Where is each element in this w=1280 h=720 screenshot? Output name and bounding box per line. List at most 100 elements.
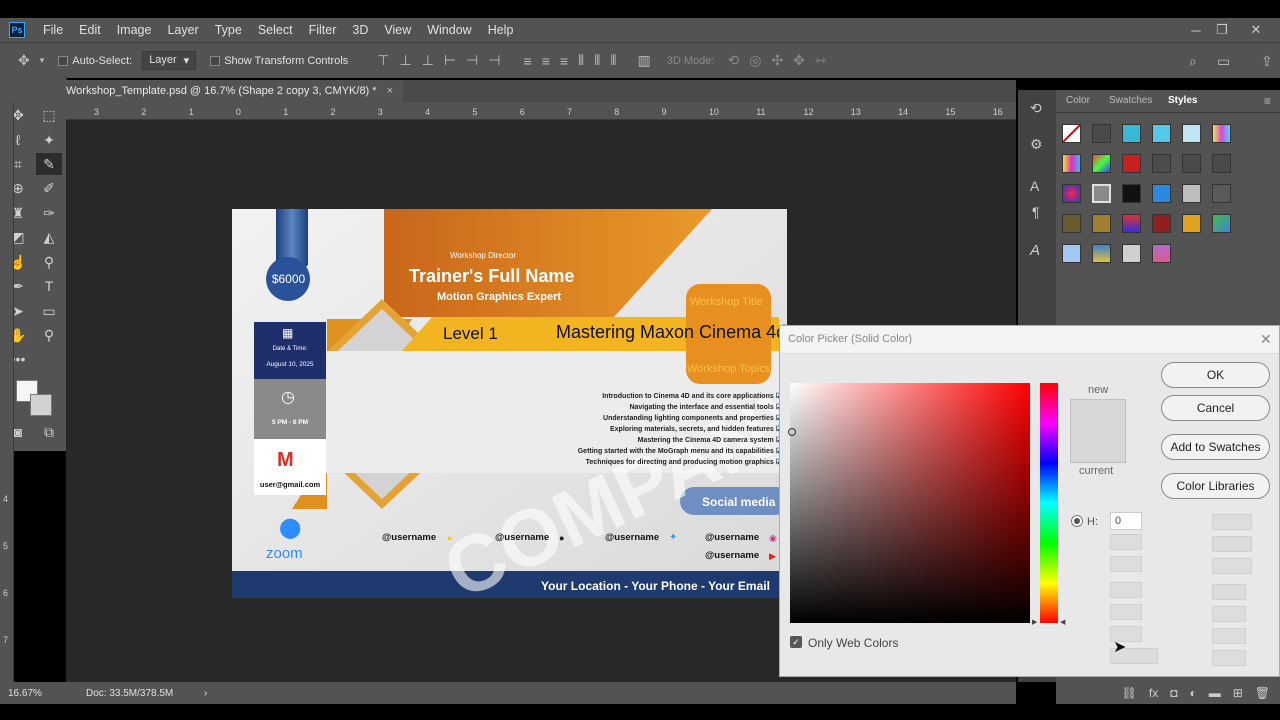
history-panel-icon[interactable]: ⟲ — [1030, 100, 1042, 117]
menu-edit[interactable]: Edit — [71, 18, 109, 42]
roll-3d-icon[interactable]: ◎ — [749, 52, 761, 69]
auto-align-icon[interactable]: ▥ — [638, 52, 651, 69]
minimize-icon[interactable]: ─ — [1182, 18, 1210, 42]
marquee-tool-icon[interactable]: ⬚ — [36, 104, 62, 126]
history-brush-icon[interactable]: ✑ — [36, 202, 62, 224]
distribute-left-icon[interactable]: ⦀ — [578, 52, 584, 69]
style-swatch[interactable] — [1182, 214, 1201, 233]
style-swatch[interactable] — [1212, 184, 1231, 203]
style-swatch[interactable] — [1212, 154, 1231, 173]
g-value-input[interactable] — [1110, 604, 1142, 620]
hue-slider[interactable] — [1040, 383, 1058, 623]
paint-bucket-icon[interactable]: ◭ — [36, 226, 62, 248]
close-icon[interactable]: ✕ — [1242, 18, 1270, 42]
close-icon[interactable]: ✕ — [1260, 331, 1272, 348]
search-icon[interactable]: ⌕ — [1189, 53, 1197, 70]
restore-icon[interactable]: ❐ — [1208, 18, 1236, 42]
a-value-input[interactable] — [1212, 536, 1252, 552]
rotate-3d-icon[interactable]: ⟲ — [727, 52, 739, 69]
properties-panel-icon[interactable]: ⚙ — [1030, 136, 1043, 153]
brush-tool-icon[interactable]: ✐ — [36, 177, 62, 199]
add-to-swatches-button[interactable]: Add to Swatches — [1161, 434, 1270, 460]
distribute-right-icon[interactable]: ⦀ — [610, 52, 616, 69]
panel-menu-icon[interactable]: ≡ — [1264, 94, 1271, 108]
link-layers-icon[interactable]: ⛓ — [1122, 686, 1137, 700]
new-layer-icon[interactable]: ⊞ — [1233, 686, 1243, 700]
hue-slider-right-arrow[interactable]: ◀ — [1060, 618, 1065, 626]
menu-layer[interactable]: Layer — [159, 18, 206, 42]
dodge-tool-icon[interactable]: ⚲ — [36, 251, 62, 273]
style-swatch[interactable] — [1092, 184, 1111, 203]
y-value-input[interactable] — [1212, 628, 1246, 644]
style-swatch[interactable] — [1092, 214, 1111, 233]
h-radio[interactable] — [1071, 515, 1083, 527]
close-tab-icon[interactable]: × — [387, 85, 393, 97]
share-icon[interactable]: ⇪ — [1261, 53, 1273, 70]
h-value-input[interactable]: 0 — [1110, 512, 1142, 530]
color-field[interactable] — [790, 383, 1030, 623]
style-swatch[interactable] — [1092, 244, 1111, 263]
lab-b-value-input[interactable] — [1212, 558, 1252, 574]
workspace-icon[interactable]: ▭ — [1217, 53, 1230, 70]
s-value-input[interactable] — [1110, 534, 1142, 550]
style-swatch[interactable] — [1122, 154, 1141, 173]
l-value-input[interactable] — [1212, 514, 1252, 530]
eyedropper-tool-icon[interactable]: ✎ — [36, 153, 62, 175]
b-value-input[interactable] — [1110, 556, 1142, 572]
style-swatch[interactable] — [1122, 124, 1141, 143]
style-swatch[interactable] — [1062, 244, 1081, 263]
align-hcenter-icon[interactable]: ⊣ — [466, 52, 478, 69]
character-panel-icon[interactable]: A — [1030, 178, 1039, 194]
slide-3d-icon[interactable]: ✥ — [793, 52, 805, 69]
style-swatch[interactable] — [1212, 124, 1231, 143]
auto-select-checkbox[interactable] — [58, 55, 69, 66]
document-canvas[interactable]: COMPANY $6000 Workshop Director Trainer'… — [232, 209, 787, 598]
style-swatch[interactable] — [1182, 124, 1201, 143]
style-swatch[interactable] — [1062, 184, 1081, 203]
glyphs-panel-icon[interactable]: A — [1030, 242, 1040, 259]
distribute-bottom-icon[interactable]: ≡ — [560, 53, 568, 69]
align-right-icon[interactable]: ⊣ — [488, 52, 500, 69]
trash-icon[interactable]: 🗑 — [1255, 686, 1270, 700]
align-bottom-icon[interactable]: ⊥ — [422, 52, 434, 69]
style-swatch[interactable] — [1182, 154, 1201, 173]
move-tool-icon[interactable]: ✥ — [18, 52, 30, 69]
menu-help[interactable]: Help — [480, 18, 522, 42]
distribute-hcenter-icon[interactable]: ⦀ — [594, 52, 600, 69]
document-tab[interactable]: Workshop_Template.psd @ 16.7% (Shape 2 c… — [66, 80, 403, 102]
style-swatch[interactable] — [1182, 184, 1201, 203]
style-swatch[interactable] — [1092, 154, 1111, 173]
menu-image[interactable]: Image — [109, 18, 160, 42]
menu-filter[interactable]: Filter — [301, 18, 345, 42]
distribute-top-icon[interactable]: ≡ — [524, 53, 532, 69]
background-color-swatch[interactable] — [30, 394, 52, 416]
tab-color[interactable]: Color — [1066, 90, 1090, 112]
tab-styles[interactable]: Styles — [1168, 90, 1197, 112]
style-swatch[interactable] — [1152, 154, 1171, 173]
only-web-colors-checkbox[interactable]: ✓ — [790, 636, 802, 648]
k-value-input[interactable] — [1212, 650, 1246, 666]
style-swatch[interactable] — [1062, 214, 1081, 233]
style-swatch[interactable] — [1092, 124, 1111, 143]
drag-3d-icon[interactable]: ✣ — [771, 52, 783, 69]
shape-tool-icon[interactable]: ▭ — [36, 300, 62, 322]
style-swatch[interactable] — [1152, 214, 1171, 233]
adjustment-layer-icon[interactable]: ◐ — [1189, 686, 1196, 700]
chevron-right-icon[interactable]: › — [204, 688, 207, 699]
paragraph-panel-icon[interactable]: ¶ — [1032, 204, 1040, 220]
chevron-down-icon[interactable]: ▾ — [40, 55, 45, 66]
screen-mode-icon[interactable]: ⧉ — [36, 421, 62, 443]
style-swatch[interactable] — [1062, 124, 1081, 143]
align-vcenter-icon[interactable]: ⊥ — [400, 52, 412, 69]
menu-3d[interactable]: 3D — [344, 18, 376, 42]
r-value-input[interactable] — [1110, 582, 1142, 598]
distribute-vcenter-icon[interactable]: ≡ — [542, 53, 550, 69]
color-field-cursor[interactable] — [788, 428, 796, 436]
menu-select[interactable]: Select — [250, 18, 301, 42]
menu-window[interactable]: Window — [419, 18, 479, 42]
layer-dropdown[interactable]: Layer ▾ — [142, 51, 197, 70]
tab-swatches[interactable]: Swatches — [1109, 90, 1152, 112]
align-left-icon[interactable]: ⊢ — [444, 52, 456, 69]
cancel-button[interactable]: Cancel — [1161, 395, 1270, 421]
style-swatch[interactable] — [1122, 214, 1141, 233]
